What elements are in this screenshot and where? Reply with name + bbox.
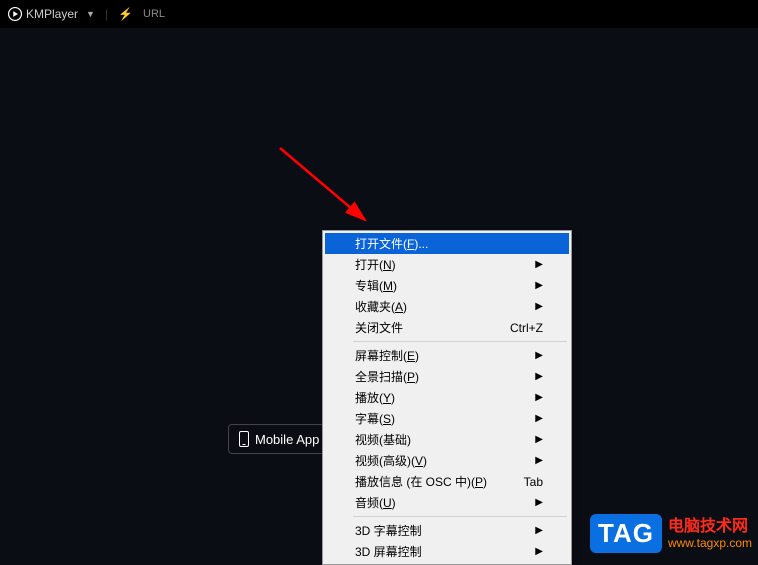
bolt-icon[interactable]: ⚡: [118, 7, 133, 21]
menu-item-label: 收藏夹(A): [355, 298, 407, 315]
context-menu: 打开文件(F)... 打开(N) ▶ 专辑(M) ▶ 收藏夹(A) ▶ 关闭文件 Ctrl+Z 屏…: [322, 230, 572, 565]
menu-item[interactable]: 打开文件(F)...: [325, 233, 569, 254]
submenu-arrow-icon: ▶: [535, 413, 543, 424]
menu-item[interactable]: 全景扫描(P) ▶: [325, 366, 569, 387]
mobile-app-label: Mobile App: [255, 432, 319, 447]
menu-item[interactable]: 字幕(S) ▶: [325, 408, 569, 429]
menu-item[interactable]: 播放(Y) ▶: [325, 387, 569, 408]
annotation-arrow: [270, 138, 390, 238]
menu-item[interactable]: 收藏夹(A) ▶: [325, 296, 569, 317]
menu-item-label: 关闭文件: [355, 319, 403, 336]
watermark-badge: TAG: [590, 514, 662, 553]
submenu-arrow-icon: ▶: [535, 546, 543, 557]
app-menu[interactable]: KMPlayer ▼: [8, 7, 95, 21]
menu-item-label: 视频(基础): [355, 431, 411, 448]
watermark: TAG 电脑技术网 www.tagxp.com: [590, 514, 752, 553]
dropdown-icon: ▼: [86, 9, 95, 19]
menu-item[interactable]: 打开(N) ▶: [325, 254, 569, 275]
watermark-text: 电脑技术网 www.tagxp.com: [668, 517, 752, 551]
menu-item-label: 打开(N): [355, 256, 396, 273]
title-bar: KMPlayer ▼ | ⚡ URL: [0, 0, 758, 28]
menu-item-label: 专辑(M): [355, 277, 397, 294]
submenu-arrow-icon: ▶: [535, 350, 543, 361]
submenu-arrow-icon: ▶: [535, 525, 543, 536]
menu-item-label: 打开文件(F)...: [355, 235, 428, 252]
menu-shortcut: Ctrl+Z: [510, 321, 543, 335]
submenu-arrow-icon: ▶: [535, 434, 543, 445]
submenu-arrow-icon: ▶: [535, 259, 543, 270]
url-label[interactable]: URL: [143, 8, 165, 20]
menu-separator: [353, 516, 567, 517]
menu-item-label: 播放(Y): [355, 389, 395, 406]
phone-icon: [239, 431, 249, 447]
watermark-line1: 电脑技术网: [668, 517, 752, 536]
menu-item-label: 播放信息 (在 OSC 中)(P): [355, 473, 487, 490]
menu-separator: [353, 341, 567, 342]
app-name: KMPlayer: [26, 7, 78, 21]
watermark-line2: www.tagxp.com: [668, 536, 752, 550]
menu-item-label: 字幕(S): [355, 410, 395, 427]
video-area[interactable]: Mobile App 打开文件(F)... 打开(N) ▶ 专辑(M) ▶ 收藏夹(A) ▶…: [0, 28, 758, 559]
menu-item-label: 3D 屏幕控制: [355, 543, 422, 560]
menu-item[interactable]: 视频(高级)(V) ▶: [325, 450, 569, 471]
menu-item[interactable]: 关闭文件 Ctrl+Z: [325, 317, 569, 338]
menu-item[interactable]: 视频(基础) ▶: [325, 429, 569, 450]
submenu-arrow-icon: ▶: [535, 301, 543, 312]
submenu-arrow-icon: ▶: [535, 497, 543, 508]
menu-item-label: 全景扫描(P): [355, 368, 419, 385]
menu-item[interactable]: 播放信息 (在 OSC 中)(P) Tab: [325, 471, 569, 492]
submenu-arrow-icon: ▶: [535, 455, 543, 466]
menu-item-label: 3D 字幕控制: [355, 522, 422, 539]
menu-item-label: 视频(高级)(V): [355, 452, 427, 469]
app-logo-icon: [8, 7, 22, 21]
menu-shortcut: Tab: [524, 475, 543, 489]
menu-item-label: 音频(U): [355, 494, 396, 511]
menu-item-label: 屏幕控制(E): [355, 347, 419, 364]
menu-item[interactable]: 屏幕控制(E) ▶: [325, 345, 569, 366]
menu-item[interactable]: 音频(U) ▶: [325, 492, 569, 513]
submenu-arrow-icon: ▶: [535, 280, 543, 291]
submenu-arrow-icon: ▶: [535, 371, 543, 382]
mobile-app-button[interactable]: Mobile App: [228, 424, 330, 454]
menu-item[interactable]: 专辑(M) ▶: [325, 275, 569, 296]
separator: |: [105, 7, 108, 21]
submenu-arrow-icon: ▶: [535, 392, 543, 403]
menu-item[interactable]: 3D 字幕控制 ▶: [325, 520, 569, 541]
